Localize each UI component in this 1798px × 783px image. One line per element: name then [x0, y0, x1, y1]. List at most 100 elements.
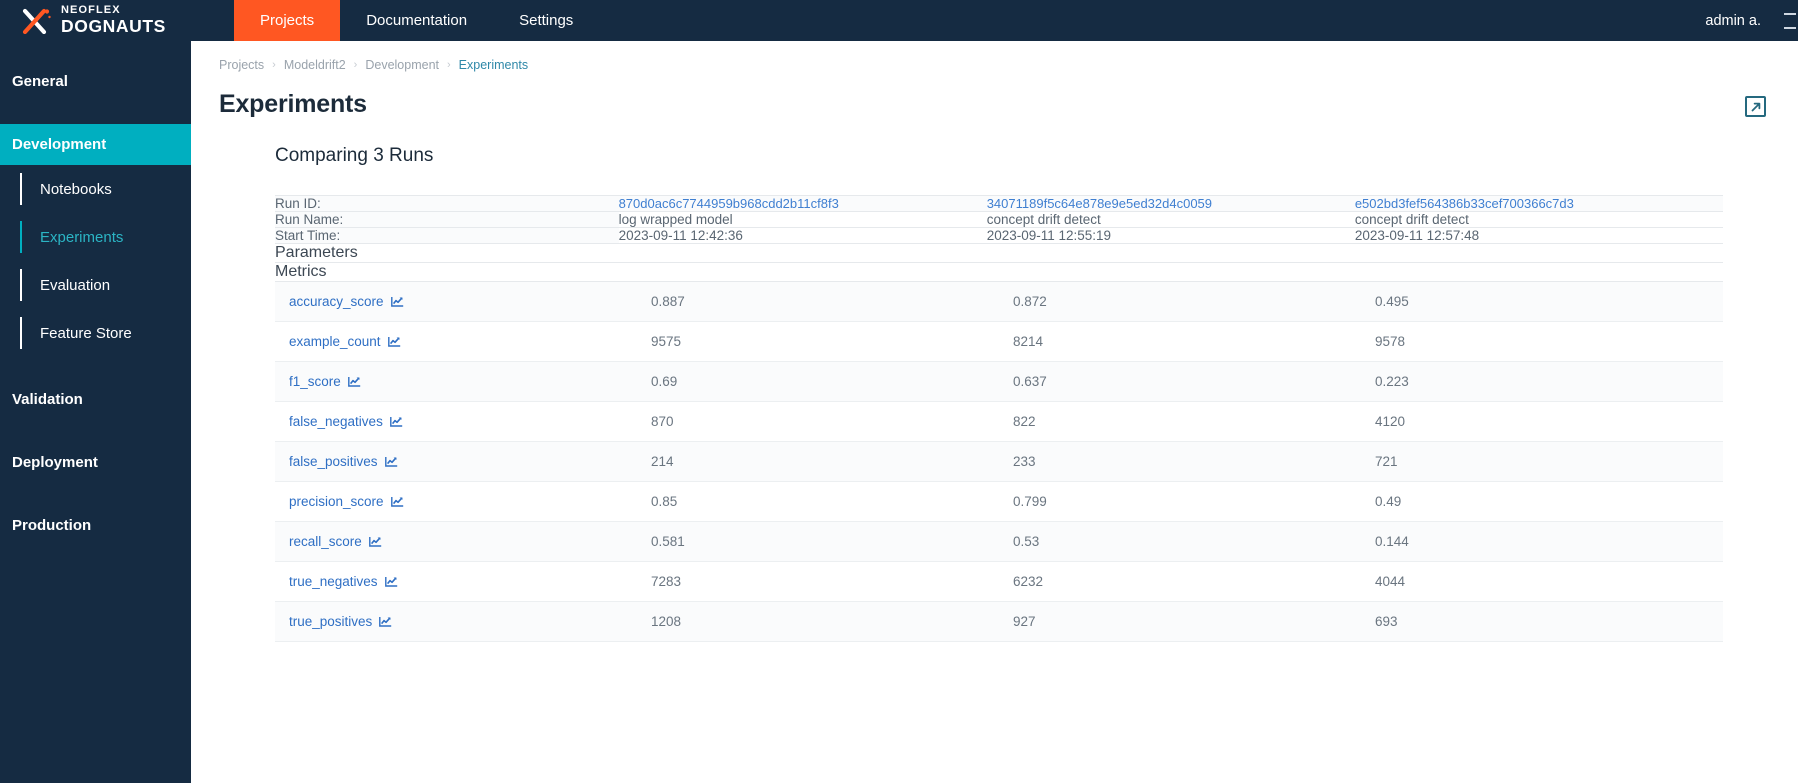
start-time-label: Start Time:	[275, 227, 619, 244]
sidebar-item-production[interactable]: Production	[0, 505, 191, 546]
run-name-cell-1: log wrapped model	[618, 212, 733, 227]
brand-logo-area[interactable]: NEOFLEX DOGNAUTS	[0, 0, 191, 41]
metric-label-recall-score: recall_score	[289, 534, 362, 549]
metric-value-cell: 8214	[999, 321, 1361, 362]
metric-link-recall-score[interactable]: recall_score	[289, 534, 382, 549]
sidebar-item-evaluation[interactable]: Evaluation	[20, 261, 191, 309]
parameters-section-label: Parameters	[275, 244, 1723, 263]
top-nav-label-documentation: Documentation	[366, 12, 468, 29]
line-chart-icon[interactable]	[387, 336, 401, 347]
metric-name-cell-example-count: example_count	[275, 321, 637, 362]
sidebar-item-development[interactable]: Development	[0, 124, 191, 165]
top-bar-right: admin a.	[1705, 0, 1798, 41]
metrics-section-row: Metrics	[275, 263, 1723, 282]
metric-value-cell: 0.53	[999, 521, 1361, 562]
logout-icon[interactable]	[1781, 12, 1796, 30]
neoflex-x-logo-icon	[22, 8, 52, 34]
sidebar-item-notebooks[interactable]: Notebooks	[20, 165, 191, 213]
breadcrumb-separator-3: ›	[447, 59, 451, 71]
metric-link-true-positives[interactable]: true_positives	[289, 614, 392, 629]
sidebar-item-feature-store[interactable]: Feature Store	[20, 309, 191, 357]
top-nav-item-documentation[interactable]: Documentation	[340, 0, 493, 41]
metric-link-false-negatives[interactable]: false_negatives	[289, 414, 403, 429]
metric-label-false-negatives: false_negatives	[289, 414, 383, 429]
metric-value-cell: 721	[1361, 441, 1723, 482]
subnav-indicator-experiments	[20, 221, 22, 253]
line-chart-icon[interactable]	[384, 576, 398, 587]
metric-label-precision-score: precision_score	[289, 494, 384, 509]
metric-link-accuracy-score[interactable]: accuracy_score	[289, 294, 404, 309]
line-chart-icon[interactable]	[347, 376, 361, 387]
metric-label-true-negatives: true_negatives	[289, 574, 378, 589]
sidebar-label-evaluation: Evaluation	[40, 276, 111, 294]
run-id-link-3[interactable]: e502bd3fef564386b33cef700366c7d3	[1355, 196, 1574, 211]
metric-value-cell: 9578	[1361, 321, 1723, 362]
metric-link-f1-score[interactable]: f1_score	[289, 374, 361, 389]
metric-value-cell: 233	[999, 441, 1361, 482]
metric-value-cell: 0.69	[637, 361, 999, 402]
top-nav-label-projects: Projects	[260, 12, 315, 29]
sidebar-label-development: Development	[12, 136, 107, 153]
line-chart-icon[interactable]	[379, 616, 392, 627]
metric-value-cell: 822	[999, 401, 1361, 442]
metric-value-cell: 1208	[637, 601, 999, 642]
run-id-label: Run ID:	[275, 196, 321, 211]
breadcrumb-item-modeldrift2[interactable]: Modeldrift2	[284, 58, 346, 72]
top-nav-item-settings[interactable]: Settings	[493, 0, 599, 41]
metric-link-true-negatives[interactable]: true_negatives	[289, 574, 398, 589]
line-chart-icon[interactable]	[390, 296, 404, 307]
metric-value-cell: 0.495	[1361, 281, 1723, 322]
table-row: false_negatives 870 822 4120	[275, 401, 1723, 442]
metric-value-cell: 0.887	[637, 281, 999, 322]
metric-name-cell-recall-score: recall_score	[275, 521, 637, 562]
metric-value-cell: 214	[637, 441, 999, 482]
subnav-indicator-feature-store	[20, 317, 22, 349]
metric-value-cell: 0.872	[999, 281, 1361, 322]
sidebar-label-notebooks: Notebooks	[40, 180, 112, 198]
metric-label-accuracy-score: accuracy_score	[289, 294, 384, 309]
table-row: f1_score 0.69 0.637 0.223	[275, 361, 1723, 402]
metric-link-false-positives[interactable]: false_positives	[289, 454, 398, 469]
metric-name-cell-false-positives: false_positives	[275, 441, 637, 482]
sidebar-item-validation[interactable]: Validation	[0, 379, 191, 420]
top-nav: Projects Documentation Settings	[234, 0, 599, 41]
runs-info-table: Run ID: 870d0ac6c7744959b968cdd2b11cf8f3…	[275, 195, 1723, 244]
sidebar-label-general: General	[12, 73, 68, 90]
metric-value-cell: 4044	[1361, 561, 1723, 602]
metric-label-false-positives: false_positives	[289, 454, 378, 469]
line-chart-icon[interactable]	[384, 456, 398, 467]
start-time-cell-3: 2023-09-11 12:57:48	[1354, 228, 1480, 243]
breadcrumb-item-projects[interactable]: Projects	[219, 58, 264, 72]
table-row: true_negatives 7283 6232 4044	[275, 561, 1723, 602]
sidebar-item-general[interactable]: General	[0, 61, 191, 102]
run-id-link-2[interactable]: 34071189f5c64e878e9e5ed32d4c0059	[987, 196, 1212, 211]
logout-icon-door	[1784, 12, 1796, 29]
metric-link-precision-score[interactable]: precision_score	[289, 494, 404, 509]
sidebar-label-deployment: Deployment	[12, 454, 98, 471]
metric-value-cell: 0.223	[1361, 361, 1723, 402]
top-nav-label-settings: Settings	[519, 12, 574, 29]
line-chart-icon[interactable]	[390, 496, 404, 507]
sidebar-label-feature-store: Feature Store	[40, 324, 132, 342]
metric-value-cell: 4120	[1361, 401, 1723, 442]
breadcrumb: Projects › Modeldrift2 › Development › E…	[191, 41, 1798, 72]
metric-label-true-positives: true_positives	[289, 614, 373, 629]
top-nav-item-projects[interactable]: Projects	[234, 0, 341, 41]
comparison-content: Comparing 3 Runs Run ID: 870d0ac6c774495…	[191, 119, 1798, 642]
top-bar: NEOFLEX DOGNAUTS Projects Documentation …	[0, 0, 1798, 41]
open-in-new-icon[interactable]	[1745, 96, 1766, 117]
breadcrumb-item-development[interactable]: Development	[365, 58, 439, 72]
table-row: precision_score 0.85 0.799 0.49	[275, 481, 1723, 522]
breadcrumb-item-experiments: Experiments	[458, 58, 529, 72]
run-id-link-1[interactable]: 870d0ac6c7744959b968cdd2b11cf8f3	[619, 196, 839, 211]
metric-link-example-count[interactable]: example_count	[289, 334, 401, 349]
sidebar-item-deployment[interactable]: Deployment	[0, 442, 191, 483]
metric-name-cell-precision-score: precision_score	[275, 481, 637, 522]
line-chart-icon[interactable]	[389, 416, 403, 427]
sidebar-item-experiments[interactable]: Experiments	[20, 213, 191, 261]
line-chart-icon[interactable]	[368, 536, 382, 547]
metrics-section-label: Metrics	[275, 263, 1723, 282]
